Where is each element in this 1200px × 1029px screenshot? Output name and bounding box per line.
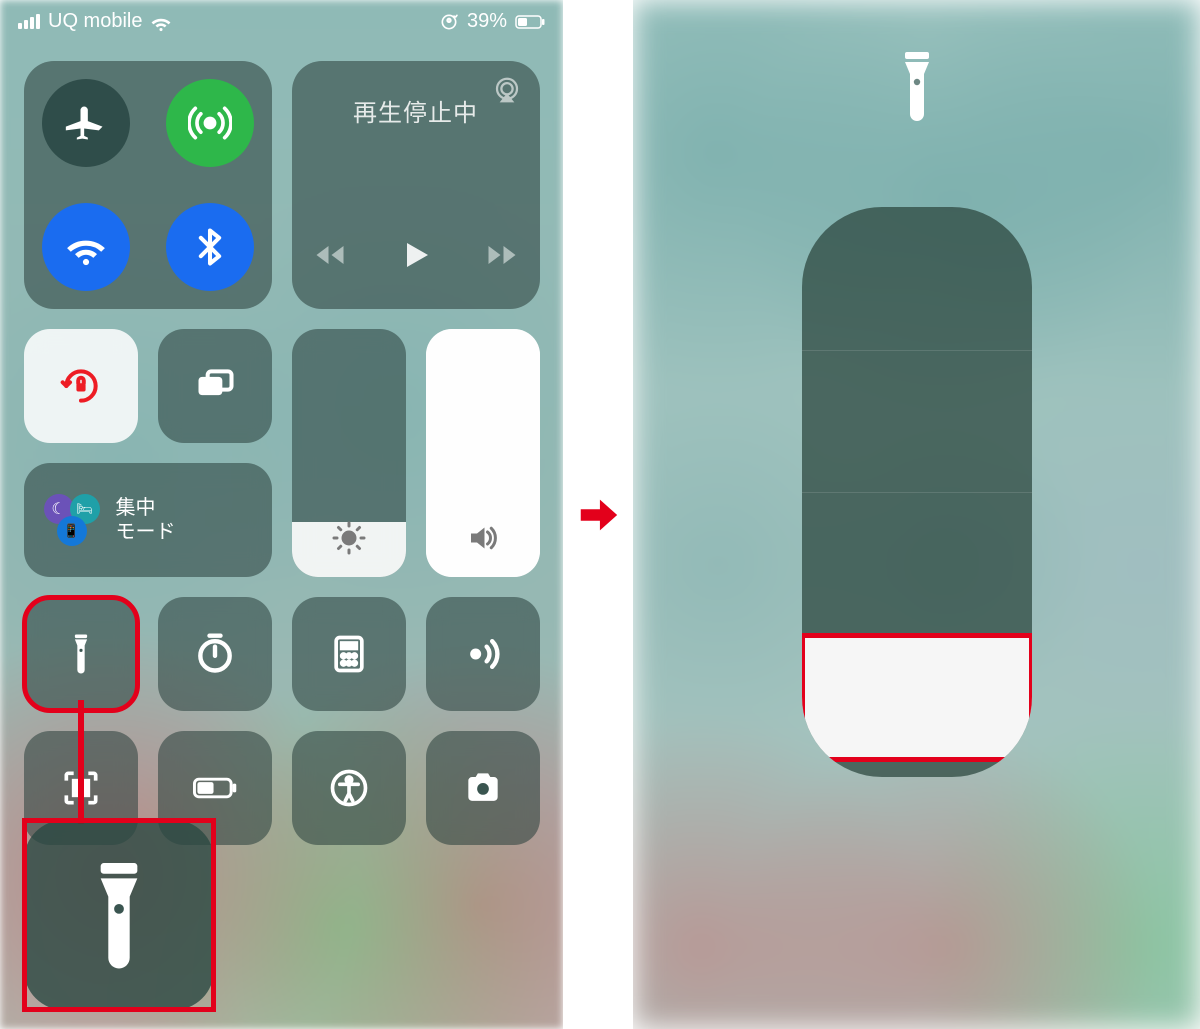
flashlight-callout xyxy=(24,820,214,1010)
flashlight-header-icon xyxy=(633,0,1200,127)
rotation-lock-icon xyxy=(439,12,459,32)
battery-percent: 39% xyxy=(467,10,507,33)
flashlight-icon xyxy=(79,860,159,970)
accessibility-button[interactable] xyxy=(292,731,406,845)
annotation-connector xyxy=(78,700,84,824)
flashlight-detail-panel xyxy=(633,0,1200,1029)
media-status-label: 再生停止中 xyxy=(292,93,540,128)
focus-icon-cluster: ☾ 🛏 📱 xyxy=(44,492,100,548)
carrier-label: UQ mobile xyxy=(48,10,142,33)
focus-label-2: モード xyxy=(116,520,176,544)
flashlight-intensity-slider[interactable] xyxy=(802,207,1032,777)
transition-arrow-area xyxy=(563,0,633,1029)
airplane-mode-button[interactable] xyxy=(42,79,130,167)
cellular-data-button[interactable] xyxy=(166,79,254,167)
forward-button[interactable] xyxy=(484,237,520,273)
battery-icon xyxy=(515,15,545,29)
rewind-button[interactable] xyxy=(312,237,348,273)
flashlight-level-1[interactable] xyxy=(802,635,1032,760)
nfc-reader-button[interactable] xyxy=(426,597,540,711)
play-button[interactable] xyxy=(398,237,434,273)
bluetooth-button[interactable] xyxy=(166,203,254,291)
focus-label-1: 集中 xyxy=(116,496,176,520)
calculator-button[interactable] xyxy=(292,597,406,711)
focus-mode-button[interactable]: ☾ 🛏 📱 集中 モード xyxy=(24,463,272,577)
brightness-icon xyxy=(331,520,367,561)
brightness-slider[interactable] xyxy=(292,329,406,577)
status-bar: UQ mobile 39% xyxy=(0,0,563,43)
orientation-lock-button[interactable] xyxy=(24,329,138,443)
volume-slider[interactable] xyxy=(426,329,540,577)
volume-icon xyxy=(465,520,501,561)
cell-signal-icon xyxy=(18,14,40,29)
wifi-icon xyxy=(150,11,172,33)
wifi-button[interactable] xyxy=(42,203,130,291)
screen-mirroring-button[interactable] xyxy=(158,329,272,443)
camera-button[interactable] xyxy=(426,731,540,845)
flashlight-button[interactable] xyxy=(24,597,138,711)
timer-button[interactable] xyxy=(158,597,272,711)
control-center-panel: UQ mobile 39% xyxy=(0,0,563,1029)
arrow-right-icon xyxy=(575,492,621,538)
media-platter[interactable]: 再生停止中 xyxy=(292,61,540,309)
connectivity-platter[interactable] xyxy=(24,61,272,309)
